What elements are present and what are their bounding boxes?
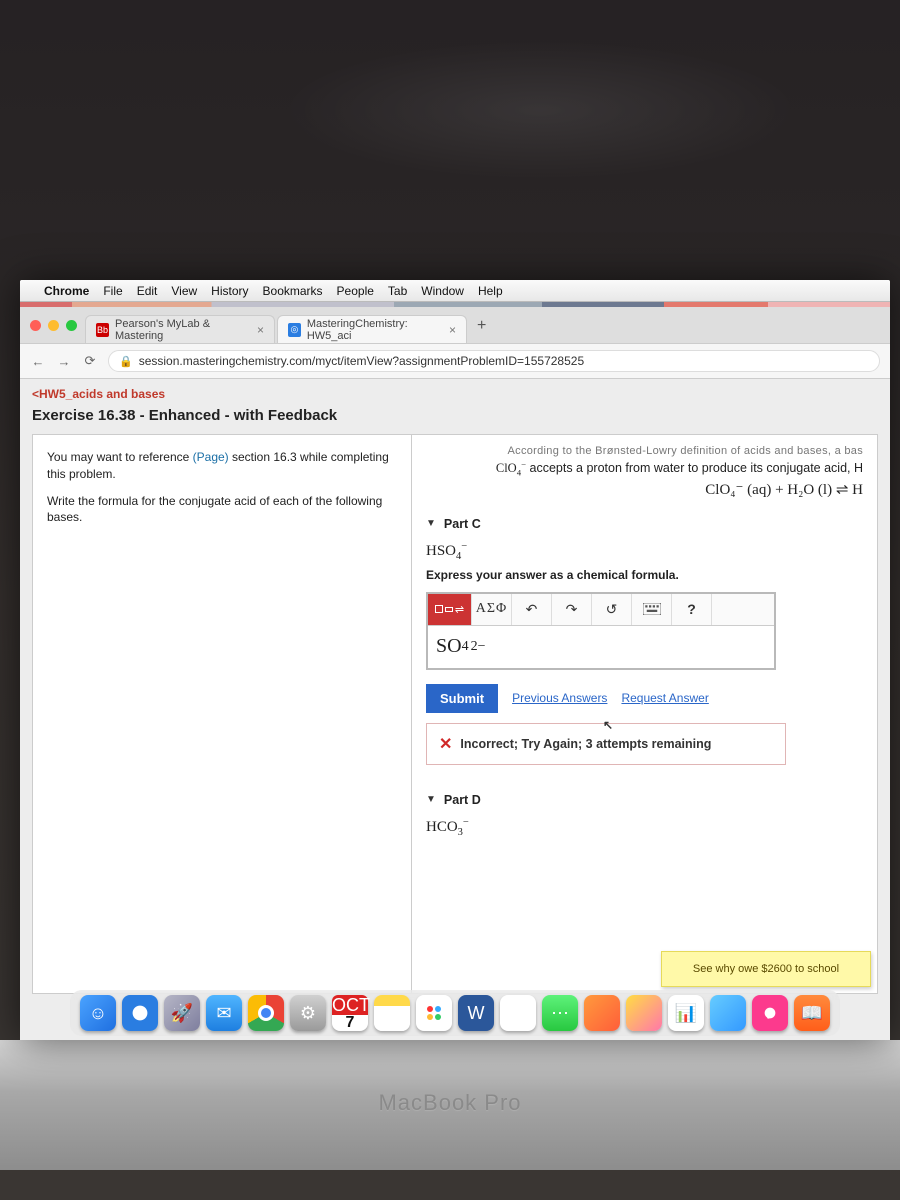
dock-app-icon[interactable]	[584, 995, 620, 1031]
dock-launchpad-icon[interactable]: 🚀	[164, 995, 200, 1031]
problem-statement: Write the formula for the conjugate acid…	[47, 493, 397, 527]
dock-ibooks-icon[interactable]: 📖	[794, 995, 830, 1031]
dock-app-icon[interactable]	[710, 995, 746, 1031]
dock-messages-icon[interactable]: ⋯	[542, 995, 578, 1031]
exercise-title: Exercise 16.38 - Enhanced - with Feedbac…	[20, 405, 890, 434]
nav-reload-icon[interactable]: ⟳	[82, 353, 98, 369]
macos-menubar: Chrome File Edit View History Bookmarks …	[20, 280, 890, 302]
laptop-model-label: MacBook Pro	[378, 1090, 521, 1116]
reference-page-link[interactable]: (Page)	[193, 450, 229, 464]
tab-close-icon[interactable]: ×	[449, 323, 456, 337]
redo-icon[interactable]: ↷	[552, 594, 592, 625]
answer-panel: According to the Brønsted-Lowry definiti…	[412, 434, 878, 994]
nav-forward-icon[interactable]: →	[56, 354, 72, 369]
tab-favicon-pearson: Bb	[96, 323, 109, 337]
part-title: Part D	[444, 793, 481, 807]
request-answer-link[interactable]: Request Answer	[621, 691, 708, 705]
part-d-header[interactable]: ▼ Part D	[426, 793, 863, 807]
formula-toolbar: ⇌ ΑΣΦ ↶ ↷ ↺ ?	[428, 594, 774, 626]
dock-finder-icon[interactable]: ☺	[80, 995, 116, 1031]
part-title: Part C	[444, 517, 481, 531]
submit-button[interactable]: Submit	[426, 684, 498, 713]
problem-intro-panel: You may want to reference (Page) section…	[32, 434, 412, 994]
window-close-button[interactable]	[30, 320, 41, 331]
menubar-help[interactable]: Help	[478, 284, 503, 298]
browser-tab-mastering[interactable]: ◎ MasteringChemistry: HW5_aci ×	[277, 315, 467, 343]
laptop-screen: Chrome File Edit View History Bookmarks …	[20, 280, 890, 1040]
menubar-history[interactable]: History	[211, 284, 248, 298]
menubar-app-name[interactable]: Chrome	[44, 284, 89, 298]
browser-chrome: Bb Pearson's MyLab & Mastering × ◎ Maste…	[20, 307, 890, 379]
desktop-wallpaper-strip	[20, 302, 890, 307]
lock-icon: 🔒	[119, 355, 133, 368]
preamble-text: ClO4− accepts a proton from water to pro…	[426, 459, 863, 478]
browser-tabstrip: Bb Pearson's MyLab & Mastering × ◎ Maste…	[20, 307, 890, 343]
help-button[interactable]: ?	[672, 594, 712, 625]
equation-display: ClO₄⁻ (aq) + H₂O (l) ⇌ H	[426, 480, 863, 499]
dock-chrome-icon[interactable]	[248, 995, 284, 1031]
macos-dock: ☺ 🚀 ✉ ⚙ OCT 7 W ✿ ⋯ 📊 ♪ 📖	[70, 990, 840, 1036]
menubar-edit[interactable]: Edit	[137, 284, 158, 298]
dock-safari-icon[interactable]	[122, 995, 158, 1031]
window-minimize-button[interactable]	[48, 320, 59, 331]
sticky-note[interactable]: See why owe $2600 to school	[661, 951, 871, 987]
collapse-triangle-icon[interactable]: ▼	[426, 794, 436, 805]
dock-notes-icon[interactable]	[374, 995, 410, 1031]
menubar-tab[interactable]: Tab	[388, 284, 407, 298]
dock-word-icon[interactable]: W	[458, 995, 494, 1031]
dock-app-icon[interactable]	[626, 995, 662, 1031]
window-fullscreen-button[interactable]	[66, 320, 77, 331]
tab-favicon-mastering: ◎	[288, 323, 301, 337]
truncated-hint-text: According to the Brønsted-Lowry definiti…	[426, 445, 863, 457]
menubar-file[interactable]: File	[103, 284, 122, 298]
template-tool-button[interactable]: ⇌	[428, 594, 472, 625]
previous-answers-link[interactable]: Previous Answers	[512, 691, 607, 705]
menubar-view[interactable]: View	[171, 284, 197, 298]
dock-settings-icon[interactable]: ⚙	[290, 995, 326, 1031]
tab-label: Pearson's MyLab & Mastering	[115, 318, 251, 342]
menubar-people[interactable]: People	[337, 284, 374, 298]
undo-icon[interactable]: ↶	[512, 594, 552, 625]
dock-itunes-icon[interactable]: ♪	[752, 995, 788, 1031]
page-content: <HW5_acids and bases Exercise 16.38 - En…	[20, 379, 890, 1040]
calendar-month: OCT	[332, 995, 368, 1015]
tab-label: MasteringChemistry: HW5_aci	[307, 318, 443, 342]
dock-photos-icon[interactable]: ✿	[500, 995, 536, 1031]
part-c-instruction: Express your answer as a chemical formul…	[426, 568, 863, 582]
dock-calendar-icon[interactable]: OCT 7	[332, 995, 368, 1031]
calendar-day: 7	[346, 1015, 355, 1031]
greek-symbols-button[interactable]: ΑΣΦ	[472, 594, 512, 625]
browser-toolbar: ← → ⟳ 🔒 session.masteringchemistry.com/m…	[20, 343, 890, 379]
mouse-cursor-icon: ↖	[603, 718, 613, 732]
formula-editor: ⇌ ΑΣΦ ↶ ↷ ↺ ? SO42−	[426, 592, 776, 670]
part-c-species: HSO4−	[426, 541, 863, 562]
part-c-header[interactable]: ▼ Part C	[426, 517, 863, 531]
menubar-window[interactable]: Window	[421, 284, 464, 298]
tab-close-icon[interactable]: ×	[257, 323, 264, 337]
browser-tab-pearson[interactable]: Bb Pearson's MyLab & Mastering ×	[85, 315, 275, 343]
dock-reminders-icon[interactable]	[416, 995, 452, 1031]
address-text: session.masteringchemistry.com/myct/item…	[139, 354, 584, 368]
intro-text: You may want to reference	[47, 450, 193, 464]
collapse-triangle-icon[interactable]: ▼	[426, 518, 436, 529]
reset-icon[interactable]: ↺	[592, 594, 632, 625]
new-tab-button[interactable]: +	[469, 317, 494, 335]
window-traffic-lights	[28, 320, 85, 337]
feedback-text: Incorrect; Try Again; 3 attempts remaini…	[460, 737, 711, 751]
feedback-box: ✕ Incorrect; Try Again; 3 attempts remai…	[426, 723, 786, 765]
address-bar[interactable]: 🔒 session.masteringchemistry.com/myct/it…	[108, 350, 880, 372]
menubar-bookmarks[interactable]: Bookmarks	[263, 284, 323, 298]
keyboard-icon[interactable]	[632, 594, 672, 625]
part-d-species: HCO3−	[426, 817, 863, 838]
dock-mail-icon[interactable]: ✉	[206, 995, 242, 1031]
nav-back-icon[interactable]: ←	[30, 354, 46, 369]
incorrect-x-icon: ✕	[439, 734, 452, 754]
dock-app-icon[interactable]: 📊	[668, 995, 704, 1031]
formula-input[interactable]: SO42−	[428, 626, 774, 668]
breadcrumb-back-link[interactable]: <HW5_acids and bases	[20, 379, 890, 405]
